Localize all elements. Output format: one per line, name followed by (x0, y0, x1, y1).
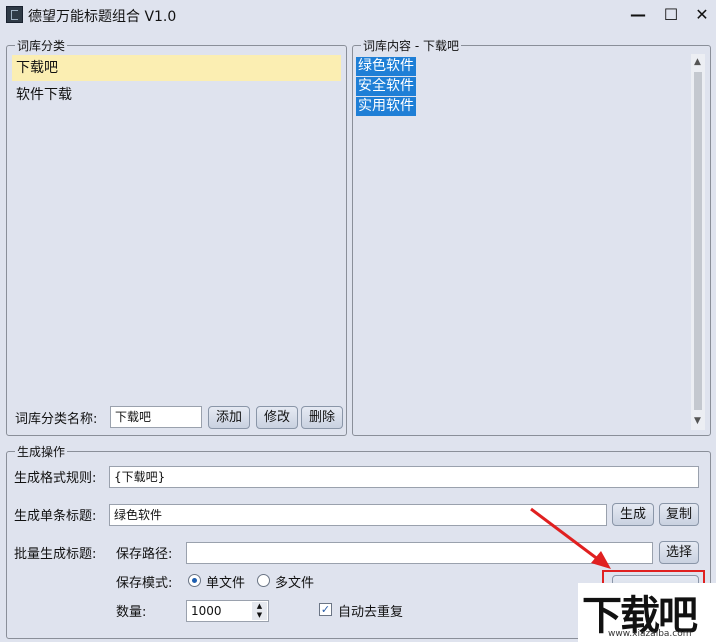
watermark-url: www.xiazaiba.com (608, 629, 692, 639)
single-file-label[interactable]: 单文件 (206, 572, 245, 591)
save-mode-label: 保存模式: (116, 576, 173, 591)
stepper-down-icon[interactable]: ▼ (252, 611, 267, 620)
generate-button[interactable]: 生成 (612, 503, 654, 526)
edit-button[interactable]: 修改 (256, 406, 298, 429)
dedupe-checkbox[interactable]: ✓ (319, 603, 332, 616)
content-line[interactable]: 安全软件 (356, 77, 416, 96)
content-line[interactable]: 实用软件 (356, 97, 416, 116)
scroll-up-icon[interactable]: ▲ (694, 57, 701, 67)
stepper-up-icon[interactable]: ▲ (252, 602, 267, 611)
choose-button[interactable]: 选择 (659, 541, 699, 564)
save-path-label: 保存路径: (116, 547, 173, 562)
maximize-button[interactable]: ☐ (655, 0, 687, 30)
minimize-button[interactable]: — (622, 0, 654, 30)
copy-button[interactable]: 复制 (659, 503, 699, 526)
content-group: 词库内容 - 下载吧 绿色软件 安全软件 实用软件 ▲ ▼ (352, 37, 711, 436)
format-label: 生成格式规则: (14, 471, 97, 486)
category-name-input[interactable]: 下载吧 (110, 406, 202, 428)
format-input[interactable]: {下载吧} (109, 466, 699, 488)
single-title-label: 生成单条标题: (14, 509, 97, 524)
category-legend: 词库分类 (15, 37, 68, 54)
scroll-down-icon[interactable]: ▼ (694, 416, 701, 426)
scroll-thumb[interactable] (694, 72, 702, 410)
count-label: 数量: (116, 605, 147, 620)
annotation-arrow (530, 507, 611, 569)
generate-legend: 生成操作 (15, 443, 68, 460)
window-title: 德望万能标题组合 V1.0 (28, 9, 177, 25)
category-name-label: 词库分类名称: (15, 412, 98, 427)
close-button[interactable]: ✕ (686, 0, 716, 30)
watermark: 下载吧 www.xiazaiba.com (578, 583, 716, 642)
content-line[interactable]: 绿色软件 (356, 57, 416, 76)
category-item-selected[interactable]: 下载吧 (12, 55, 341, 81)
multi-file-radio[interactable] (257, 574, 270, 587)
single-file-radio[interactable] (188, 574, 201, 587)
content-legend: 词库内容 - 下载吧 (361, 37, 461, 54)
delete-button[interactable]: 删除 (301, 406, 343, 429)
dedupe-label[interactable]: 自动去重复 (338, 601, 403, 620)
content-scrollbar[interactable]: ▲ ▼ (691, 54, 705, 430)
category-group: 词库分类 下载吧 软件下载 词库分类名称: 下载吧 添加 修改 删除 (6, 37, 347, 436)
category-item[interactable]: 软件下载 (12, 82, 72, 108)
count-stepper[interactable]: 1000 ▲ ▼ (186, 600, 269, 622)
add-button[interactable]: 添加 (208, 406, 250, 429)
batch-label: 批量生成标题: (14, 547, 97, 562)
count-value[interactable]: 1000 (191, 604, 222, 618)
app-icon (6, 6, 23, 23)
multi-file-label[interactable]: 多文件 (275, 572, 314, 591)
